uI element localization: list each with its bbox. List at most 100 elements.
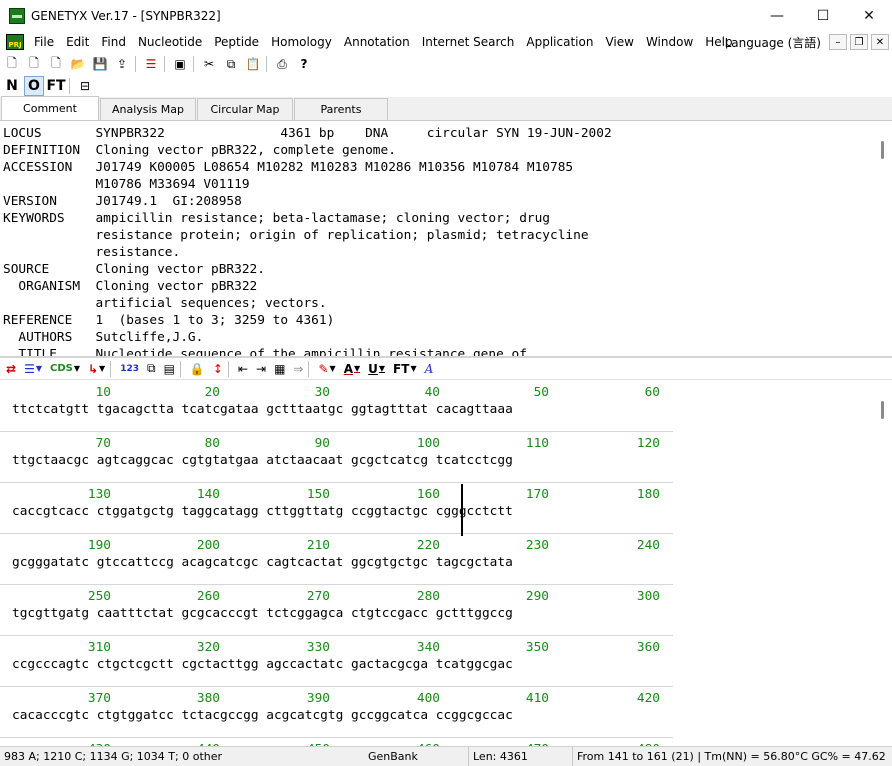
new-file-icon[interactable]: 🗋 bbox=[2, 54, 22, 74]
marker-icon[interactable]: ↕ bbox=[211, 359, 225, 379]
sequence-pane[interactable]: 10 20 30 40 50 60 ttctcatgtt tgacagctta tcatcg… bbox=[0, 381, 892, 746]
sequence-position-number: 270 bbox=[306, 589, 330, 604]
minimize-button[interactable]: — bbox=[754, 0, 800, 32]
sequence-text[interactable]: gcgggatatc gtccattccg acagcatcgc cagtcac… bbox=[12, 555, 513, 571]
paste-icon[interactable]: 📋 bbox=[243, 54, 263, 74]
menu-window[interactable]: Window bbox=[640, 32, 699, 52]
open-folder-icon[interactable]: 📂 bbox=[68, 54, 88, 74]
align-icon[interactable]: ☰ bbox=[141, 54, 161, 74]
copy-sequence-icon[interactable]: ⧉ bbox=[145, 359, 158, 379]
numbering-icon[interactable]: 123 bbox=[118, 359, 141, 379]
mdi-restore-button[interactable]: ❐ bbox=[850, 34, 868, 50]
sequence-text[interactable]: caccgtcacc ctggatgctg taggcatagg cttggtt… bbox=[12, 504, 513, 520]
sequence-row[interactable]: 370 380 390 400 410 420 cacacccgtc ctgtggatcc … bbox=[0, 687, 673, 738]
language-menu[interactable]: Language (言語) bbox=[725, 34, 821, 51]
sequence-text[interactable]: cacacccgtc ctgtggatcc tctacgccgg acgcatc… bbox=[12, 708, 513, 724]
sequence-row[interactable]: 130 140 150 160 170 180 caccgtcacc ctggatgctg … bbox=[0, 483, 673, 534]
highlight-icon[interactable]: ✎ ▼ bbox=[316, 359, 337, 379]
sequence-row[interactable]: 10 20 30 40 50 60 ttctcatgtt tgacagctta tcatcg… bbox=[0, 381, 673, 432]
sequence-row[interactable]: 250 260 270 280 290 300 tgcgttgatg caatttctat … bbox=[0, 585, 673, 636]
comment-line: VERSION J01749.1 GI:208958 bbox=[3, 194, 242, 209]
sequence-toolbar: ⇄ ☰ ▼ CDS ▼ ↳ ▼ 123 ⧉ ▤ 🔒 ↕ ⇤ ⇥ ▦ ⇒ ✎ ▼ A ▼ U… bbox=[0, 358, 892, 380]
menu-find[interactable]: Find bbox=[95, 32, 132, 52]
new-peptide-icon[interactable]: 🗋 bbox=[24, 54, 44, 74]
document-icon[interactable]: PRJ bbox=[6, 34, 24, 50]
copy-icon[interactable]: ⧉ bbox=[221, 54, 241, 74]
feature-table-button[interactable]: FT bbox=[46, 76, 66, 96]
comment-pane[interactable]: LOCUS SYNPBR322 4361 bp DNA circular SYN… bbox=[0, 122, 892, 356]
comment-line: DEFINITION Cloning vector pBR322, comple… bbox=[3, 143, 396, 158]
sequence-position-number: 310 bbox=[87, 640, 111, 655]
comment-scrollbar-thumb[interactable] bbox=[881, 141, 884, 159]
new-document-icon[interactable]: 🗋 bbox=[46, 54, 66, 74]
feature-display-icon[interactable]: FT ▼ bbox=[391, 359, 419, 379]
tab-circular-map[interactable]: Circular Map bbox=[197, 98, 293, 120]
maximize-button[interactable]: ☐ bbox=[800, 0, 846, 32]
sequence-position-number: 10 bbox=[95, 385, 111, 400]
cut-icon[interactable]: ✂ bbox=[199, 54, 219, 74]
layout-icon[interactable]: ⊟ bbox=[75, 76, 95, 96]
restriction-site-icon[interactable]: ↳ ▼ bbox=[86, 359, 107, 379]
window-icon[interactable]: ▣ bbox=[170, 54, 190, 74]
sequence-text[interactable]: ccgcccagtc ctgctcgctt cgctacttgg agccact… bbox=[12, 657, 513, 673]
sequence-position-number: 340 bbox=[416, 640, 440, 655]
tab-analysis-map[interactable]: Analysis Map bbox=[100, 98, 196, 120]
sequence-row[interactable]: 310 320 330 340 350 360 ccgcccagtc ctgctcgctt … bbox=[0, 636, 673, 687]
tab-parents[interactable]: Parents bbox=[294, 98, 388, 120]
export-icon[interactable]: ⇪ bbox=[112, 54, 132, 74]
comment-line: AUTHORS Sutcliffe,J.G. bbox=[3, 330, 204, 345]
save-icon[interactable]: 💾 bbox=[90, 54, 110, 74]
grid-icon[interactable]: ▦ bbox=[272, 359, 287, 379]
font-color-icon[interactable]: A ▼ bbox=[342, 359, 362, 379]
sequence-row[interactable]: 430440450460470480 bbox=[0, 738, 673, 746]
text-cursor bbox=[461, 484, 463, 536]
sequence-scrollbar-thumb[interactable] bbox=[881, 401, 884, 419]
sequence-position-number: 170 bbox=[525, 487, 549, 502]
sequence-position-number: 350 bbox=[525, 640, 549, 655]
arrow-right-icon[interactable]: ⇒ bbox=[291, 359, 305, 379]
menu-nucleotide[interactable]: Nucleotide bbox=[132, 32, 208, 52]
sequence-text[interactable]: ttgctaacgc agtcaggcac cgtgtatgaa atctaac… bbox=[12, 453, 513, 469]
menu-peptide[interactable]: Peptide bbox=[208, 32, 265, 52]
status-format: GenBank bbox=[368, 750, 418, 763]
comment-line: artificial sequences; vectors. bbox=[3, 296, 327, 311]
print-icon[interactable]: ⎙ bbox=[272, 54, 292, 74]
document-list-icon[interactable]: ▤ bbox=[162, 359, 177, 379]
chevron-down-icon: ▼ bbox=[353, 364, 361, 373]
italic-font-icon[interactable]: A bbox=[423, 359, 436, 379]
cds-icon[interactable]: CDS ▼ bbox=[48, 359, 82, 379]
menu-annotation[interactable]: Annotation bbox=[338, 32, 416, 52]
sequence-row[interactable]: 70 80 90 100 110 120 ttgctaacgc agtcaggcac cgt… bbox=[0, 432, 673, 483]
circular-view-button[interactable]: O bbox=[24, 76, 44, 96]
menu-internet-search[interactable]: Internet Search bbox=[416, 32, 521, 52]
toolbar-separator bbox=[179, 360, 181, 377]
help-icon[interactable]: ? bbox=[294, 54, 314, 74]
mdi-minimize-button[interactable]: – bbox=[829, 34, 847, 50]
lock-icon[interactable]: 🔒 bbox=[188, 359, 207, 379]
mdi-close-button[interactable]: ✕ bbox=[871, 34, 889, 50]
toolbar-separator bbox=[266, 56, 267, 72]
reverse-complement-icon[interactable]: ⇄ bbox=[4, 359, 18, 379]
menu-file[interactable]: File bbox=[28, 32, 60, 52]
menu-application[interactable]: Application bbox=[520, 32, 599, 52]
nucleotide-view-button[interactable]: N bbox=[2, 76, 22, 96]
tab-comment[interactable]: Comment bbox=[1, 96, 99, 120]
sequence-text[interactable]: ttctcatgtt tgacagctta tcatcgataa gctttaa… bbox=[12, 402, 513, 418]
go-to-start-icon[interactable]: ⇤ bbox=[236, 359, 250, 379]
menu-view[interactable]: View bbox=[599, 32, 639, 52]
comment-line: TITLE Nucleotide sequence of the ampicil… bbox=[3, 347, 527, 356]
chevron-down-icon: ▼ bbox=[35, 364, 42, 373]
sequence-position-number: 330 bbox=[306, 640, 330, 655]
underline-icon[interactable]: U ▼ bbox=[366, 359, 387, 379]
comment-line: M10786 M33694 V01119 bbox=[3, 177, 250, 192]
close-button[interactable]: ✕ bbox=[846, 0, 892, 32]
go-to-end-icon[interactable]: ⇥ bbox=[254, 359, 268, 379]
line-style-icon[interactable]: ☰ ▼ bbox=[22, 359, 44, 379]
sequence-row[interactable]: 190 200 210 220 230 240 gcgggatatc gtccattccg … bbox=[0, 534, 673, 585]
menu-edit[interactable]: Edit bbox=[60, 32, 95, 52]
sequence-position-number: 320 bbox=[196, 640, 220, 655]
sequence-position-number: 50 bbox=[533, 385, 549, 400]
menu-homology[interactable]: Homology bbox=[265, 32, 338, 52]
sequence-text[interactable]: tgcgttgatg caatttctat gcgcacccgt tctcgga… bbox=[12, 606, 513, 622]
sequence-position-number: 30 bbox=[314, 385, 330, 400]
